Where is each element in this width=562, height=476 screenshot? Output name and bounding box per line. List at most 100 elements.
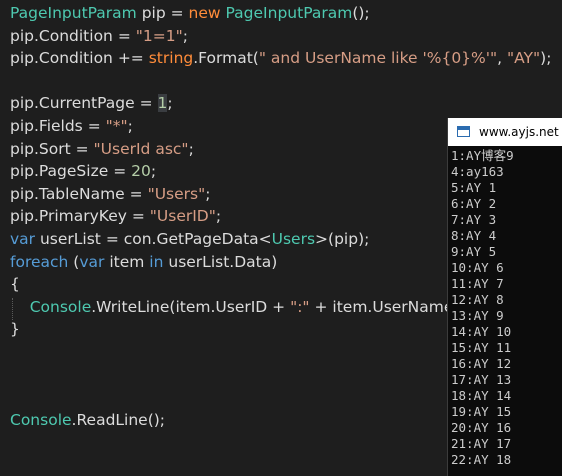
code-token: 20 [131, 162, 151, 181]
code-token: { [10, 275, 20, 294]
code-token: += [112, 49, 149, 68]
code-line: pip.CurrentPage = 1; [10, 92, 173, 114]
indent-guide [12, 298, 13, 320]
code-line: Console.ReadLine(); [10, 409, 165, 431]
code-token: pip.Fields [10, 117, 83, 135]
code-token: userList.Data) [168, 252, 278, 271]
console-title: www.ayjs.net [479, 125, 559, 139]
code-token: = [70, 139, 94, 158]
code-line: PageInputParam pip = new PageInputParam(… [10, 2, 370, 24]
code-token: ; [167, 94, 173, 113]
console-line: 19:AY 15 [451, 404, 512, 419]
code-token: "*" [105, 117, 128, 135]
code-token: = [108, 162, 132, 181]
code-token: pip.PageSize [10, 162, 109, 181]
console-line: 20:AY 16 [451, 420, 512, 435]
code-token: pip [141, 4, 166, 22]
code-token: PageInputParam [225, 4, 353, 22]
code-token: .ReadLine(); [71, 410, 166, 429]
code-token: "1=1" [135, 26, 183, 45]
console-line: 4:ay163 [451, 164, 504, 179]
code-token: pip.CurrentPage [10, 94, 135, 113]
code-token: ; [188, 139, 194, 158]
code-token: var [79, 252, 105, 271]
code-token: + item.UserName); [309, 297, 465, 316]
console-line: 9:AY 5 [451, 244, 497, 259]
code-token: 1 [157, 94, 168, 113]
code-token: , [497, 49, 508, 68]
code-token: pip.PrimaryKey [10, 207, 127, 226]
code-token: >(pip); [315, 230, 370, 248]
code-token: ( [68, 252, 80, 271]
code-token: " and UserName like '%{0}%'" [258, 49, 498, 68]
code-token: = [82, 117, 106, 135]
console-line: 12:AY 8 [451, 292, 504, 307]
console-line: 15:AY 11 [451, 340, 512, 355]
code-token: } [10, 320, 20, 339]
code-token: "UserId asc" [93, 139, 189, 158]
console-line: 18:AY 14 [451, 388, 512, 403]
code-token: Users [271, 230, 316, 248]
code-token: ; [150, 162, 157, 181]
code-token: ; [205, 184, 211, 203]
console-line: 21:AY 17 [451, 436, 512, 451]
code-token: pip.Sort [10, 139, 71, 158]
code-token: userList = con.GetPageData< [39, 230, 272, 248]
code-line: pip.Condition += string.Format(" and Use… [10, 47, 551, 69]
code-token: item [109, 252, 145, 271]
code-token: Console [29, 297, 92, 316]
code-token: = [165, 4, 189, 22]
code-token: ; [127, 117, 133, 135]
console-line: 10:AY 6 [451, 260, 504, 275]
code-token: "Users" [147, 184, 206, 203]
code-line: pip.Condition = "1=1"; [10, 25, 188, 47]
code-token: ":" [290, 297, 310, 316]
console-app-icon [457, 126, 470, 137]
code-token: .WriteLine(item.UserID + [91, 297, 291, 316]
code-line: Console.WriteLine(item.UserID + ":" + it… [10, 296, 465, 318]
console-line: 14:AY 10 [451, 324, 512, 339]
console-line: 5:AY 1 [451, 180, 497, 195]
console-line: 11:AY 7 [451, 276, 504, 291]
code-line: pip.Sort = "UserId asc"; [10, 138, 194, 160]
code-token: pip.TableName [10, 184, 125, 203]
console-line: 1:AY博客9 [451, 148, 514, 163]
console-window[interactable]: www.ayjs.net 1:AY博客9 4:ay163 5:AY 1 6:AY 27… [447, 118, 562, 476]
console-line: 7:AY 3 [451, 212, 497, 227]
code-line: pip.Fields = "*"; [10, 115, 133, 137]
code-line: pip.PrimaryKey = "UserID"; [10, 205, 221, 227]
console-titlebar[interactable]: www.ayjs.net [448, 118, 562, 146]
code-line: var userList = con.GetPageData<Users>(pi… [10, 228, 369, 250]
code-token: var [10, 230, 36, 248]
code-token: pip.Condition [10, 26, 113, 45]
code-token: (); [352, 4, 370, 22]
code-token: ; [215, 207, 222, 226]
code-token: = [126, 207, 150, 226]
code-token: pip.Condition [10, 49, 113, 68]
code-token: "AY" [507, 49, 541, 68]
code-line: pip.PageSize = 20; [10, 160, 156, 182]
console-line: 13:AY 9 [451, 308, 504, 323]
code-line: } [10, 318, 20, 340]
code-token: ; [182, 26, 188, 45]
code-token: ); [540, 49, 552, 68]
code-line: pip.TableName = "Users"; [10, 183, 210, 205]
console-line: 16:AY 12 [451, 356, 512, 371]
code-token: Console [10, 410, 72, 429]
code-token: "UserID" [149, 207, 216, 226]
code-token: = [134, 94, 158, 113]
console-output: 1:AY博客9 4:ay163 5:AY 1 6:AY 2 7:AY 3 8:AY 4 9:… [451, 148, 562, 468]
code-token: foreach [10, 252, 69, 271]
code-token: in [149, 252, 164, 271]
code-token: = [112, 26, 136, 45]
console-line: 6:AY 2 [451, 196, 497, 211]
console-line: 17:AY 13 [451, 372, 512, 387]
code-token: PageInputParam [10, 4, 137, 22]
code-line: foreach (var item in userList.Data) [10, 251, 277, 273]
console-line: 22:AY 18 [451, 452, 512, 467]
code-line: { [10, 273, 20, 295]
console-line: 8:AY 4 [451, 228, 497, 243]
code-token: new [188, 4, 221, 22]
code-token: .Format( [193, 49, 259, 68]
code-token: = [124, 184, 148, 203]
